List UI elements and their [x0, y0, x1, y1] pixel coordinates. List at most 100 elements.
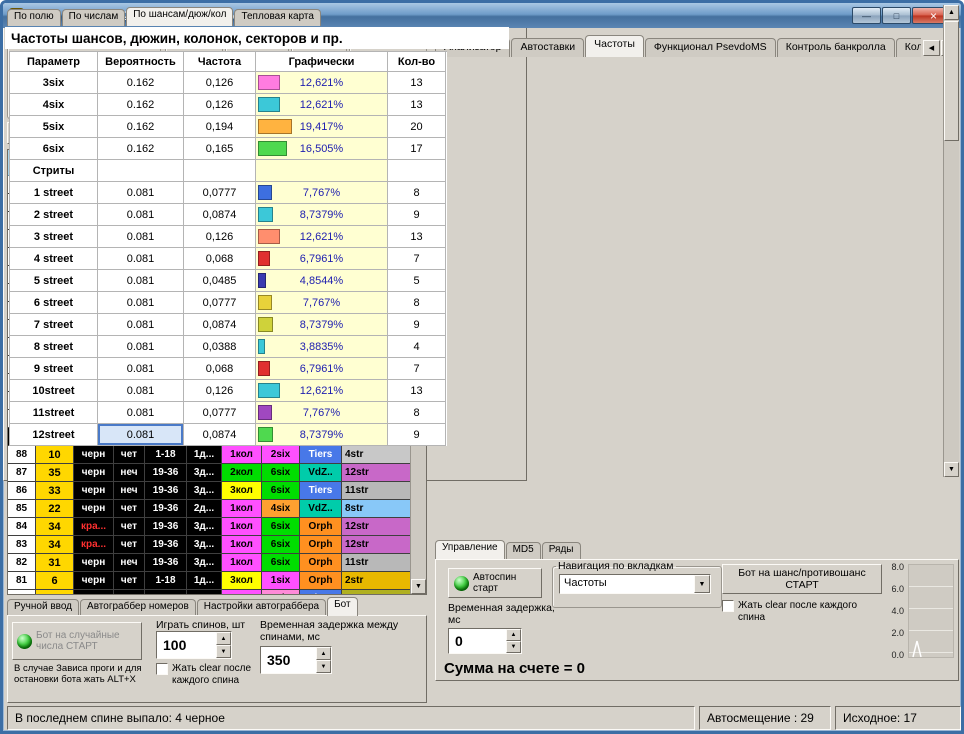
autospin-start-button[interactable]: Автоспин старт — [448, 568, 542, 598]
freq-row[interactable]: 3 street0.0810,12612,621%13 — [10, 226, 447, 248]
history-row[interactable]: 8810чернчет1-181д...1кол2sixTiers4str — [8, 446, 410, 464]
stepper-down-icon[interactable]: ▼ — [316, 660, 331, 673]
stepper-down-icon[interactable]: ▼ — [506, 641, 521, 653]
tab-Автограббер номеров[interactable]: Автограббер номеров — [80, 599, 196, 616]
scroll-up-icon[interactable]: ▲ — [944, 5, 959, 20]
chance-bot-start-button[interactable]: Бот на шанс/противошанс СТАРТ — [722, 564, 882, 594]
freq-percent-label: 16,505% — [300, 143, 343, 155]
freq-probability[interactable]: 0.081 — [98, 358, 184, 380]
spin-delay-value[interactable]: 350 — [261, 647, 316, 673]
stepper-up-icon[interactable]: ▲ — [316, 647, 331, 660]
history-row[interactable]: 8735черннеч19-363д...2кол6sixVdZ..12str — [8, 464, 410, 482]
freq-probability[interactable]: 0.081 — [98, 226, 184, 248]
chevron-down-icon[interactable]: ▼ — [694, 575, 710, 593]
tab-Управление[interactable]: Управление — [435, 540, 505, 559]
freq-row[interactable]: 11street0.0810,07777,767%8 — [10, 402, 447, 424]
spins-count-value[interactable]: 100 — [157, 632, 216, 658]
control-panel: Автоспин старт Временная задержка, мс 0 … — [435, 559, 959, 681]
tab-По полю[interactable]: По полю — [7, 9, 61, 26]
stepper-down-icon[interactable]: ▼ — [216, 645, 231, 658]
history-row[interactable]: 816чернчет1-181д...3кол1sixOrph2str — [8, 572, 410, 590]
freq-row[interactable]: 4 street0.0810,0686,7961%7 — [10, 248, 447, 270]
bot-panel: Бот на случайные числа СТАРТ В случае За… — [7, 615, 427, 703]
freq-probability[interactable]: 0.081 — [98, 314, 184, 336]
stepper-up-icon[interactable]: ▲ — [506, 629, 521, 641]
history-cell: 4six — [262, 500, 300, 518]
freq-probability[interactable]: 0.162 — [98, 72, 184, 94]
frequencies-scrollbar[interactable]: ▲ ▼ — [943, 5, 959, 477]
tab-Настройки автограббера[interactable]: Настройки автограббера — [197, 599, 326, 616]
minimize-button[interactable]: — — [852, 7, 881, 24]
tab-MD5[interactable]: MD5 — [506, 542, 541, 559]
history-cell: 34 — [36, 536, 74, 554]
scroll-down-icon[interactable]: ▼ — [411, 579, 426, 594]
history-row[interactable]: 8633черннеч19-363д...3кол6sixTiers11str — [8, 482, 410, 500]
control-clear-after-spin-checkbox[interactable]: Жать clear после каждого спина — [722, 600, 862, 623]
freq-probability[interactable]: 0.081 — [98, 292, 184, 314]
tab-Частоты[interactable]: Частоты — [585, 35, 644, 57]
frequencies-scrollbar-thumb[interactable] — [944, 21, 959, 141]
freq-row[interactable]: 12street0.0810,08748,7379%9 — [10, 424, 447, 446]
freq-count: 13 — [388, 72, 446, 94]
tab-Колесо[interactable]: Колесо — [896, 38, 921, 57]
freq-probability-selected[interactable]: 0.081 — [98, 424, 184, 446]
freq-row[interactable]: 5six0.1620,19419,417%20 — [10, 116, 447, 138]
freq-probability[interactable]: 0.081 — [98, 402, 184, 424]
scroll-down-icon[interactable]: ▼ — [944, 462, 959, 477]
mini-chart-axis: 8.06.04.02.00.0 — [882, 562, 906, 662]
control-delay-stepper[interactable]: 0 ▲ ▼ — [448, 628, 522, 654]
freq-probability[interactable]: 0.162 — [98, 94, 184, 116]
tab-По шансам/дюж/кол[interactable]: По шансам/дюж/кол — [126, 7, 233, 26]
freq-bar — [258, 317, 273, 332]
freq-row[interactable]: 1 street0.0810,07777,767%8 — [10, 182, 447, 204]
tab-Ручной ввод[interactable]: Ручной ввод — [7, 599, 79, 616]
tab-По числам[interactable]: По числам — [62, 9, 126, 26]
tab-Автоставки[interactable]: Автоставки — [511, 38, 584, 57]
freq-header-cell: Частота — [184, 52, 256, 72]
freq-row[interactable]: 5 street0.0810,04854,8544%5 — [10, 270, 447, 292]
freq-graph-cell: 16,505% — [256, 138, 388, 160]
history-row[interactable]: 8016кра...чет1-182д...1кол3sixTiers6str — [8, 590, 410, 594]
tab-Контроль банкролла[interactable]: Контроль банкролла — [777, 38, 895, 57]
tab-Ряды[interactable]: Ряды — [542, 542, 581, 559]
freq-row[interactable]: 4six0.1620,12612,621%13 — [10, 94, 447, 116]
freq-row[interactable]: 3six0.1620,12612,621%13 — [10, 72, 447, 94]
history-row[interactable]: 8334кра...чет19-363д...1кол6sixOrph12str — [8, 536, 410, 554]
freq-probability[interactable]: 0.081 — [98, 182, 184, 204]
freq-probability[interactable]: 0.081 — [98, 380, 184, 402]
freq-probability[interactable]: 0.081 — [98, 336, 184, 358]
history-row[interactable]: 8434кра...чет19-363д...1кол6sixOrph12str — [8, 518, 410, 536]
history-row[interactable]: 8231черннеч19-363д...1кол6sixOrph11str — [8, 554, 410, 572]
maximize-button[interactable]: □ — [882, 7, 911, 24]
freq-probability[interactable]: 0.081 — [98, 204, 184, 226]
spin-delay-label: Временная задержка между спинами, мс — [260, 619, 412, 643]
control-delay-value[interactable]: 0 — [449, 629, 506, 653]
tab-navigation-combobox[interactable]: Частоты ▼ — [559, 574, 711, 594]
freq-row[interactable]: 2 street0.0810,08748,7379%9 — [10, 204, 447, 226]
tab-Бот[interactable]: Бот — [327, 597, 357, 616]
tab-Функционал PsevdoMS[interactable]: Функционал PsevdoMS — [645, 38, 776, 57]
freq-probability[interactable]: 0.081 — [98, 270, 184, 292]
checkbox-icon[interactable] — [722, 600, 734, 612]
history-cell: чет — [114, 590, 145, 594]
spins-count-stepper[interactable]: 100 ▲ ▼ — [156, 631, 232, 659]
history-row[interactable]: 8522чернчет19-362д...1кол4sixVdZ..8str — [8, 500, 410, 518]
tab-Тепловая карта[interactable]: Тепловая карта — [234, 9, 321, 26]
freq-probability[interactable]: 0.162 — [98, 116, 184, 138]
history-cell: 1-18 — [145, 572, 187, 590]
tab-scroll-left-icon[interactable]: ◀ — [923, 40, 940, 56]
freq-row[interactable]: 8 street0.0810,03883,8835%4 — [10, 336, 447, 358]
freq-row[interactable]: 9 street0.0810,0686,7961%7 — [10, 358, 447, 380]
freq-probability[interactable]: 0.162 — [98, 138, 184, 160]
spin-delay-stepper[interactable]: 350 ▲ ▼ — [260, 646, 332, 674]
checkbox-icon[interactable] — [156, 663, 168, 675]
freq-row[interactable]: 7 street0.0810,08748,7379%9 — [10, 314, 447, 336]
freq-section-row[interactable]: Стриты — [10, 160, 447, 182]
random-numbers-bot-start-button[interactable]: Бот на случайные числа СТАРТ — [12, 622, 142, 660]
freq-probability[interactable]: 0.081 — [98, 248, 184, 270]
stepper-up-icon[interactable]: ▲ — [216, 632, 231, 645]
freq-row[interactable]: 10street0.0810,12612,621%13 — [10, 380, 447, 402]
freq-row[interactable]: 6 street0.0810,07777,767%8 — [10, 292, 447, 314]
freq-row[interactable]: 6six0.1620,16516,505%17 — [10, 138, 447, 160]
history-cell: Orph — [300, 518, 342, 536]
